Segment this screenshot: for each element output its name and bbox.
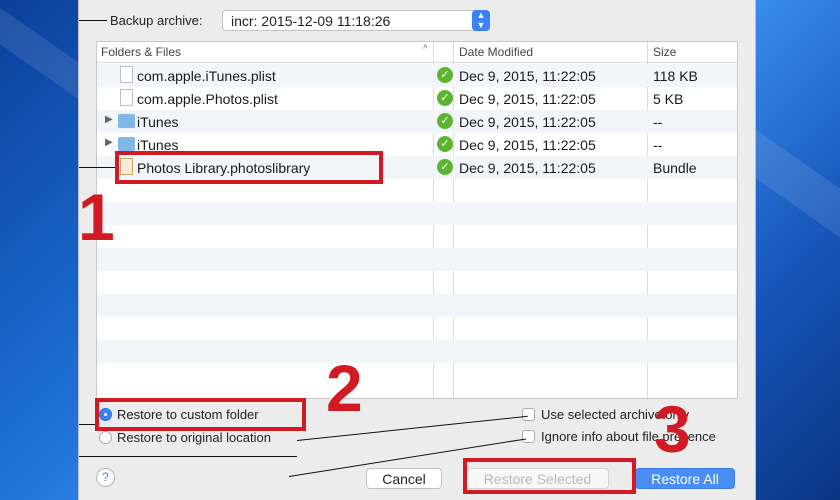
- step-number-3: 3: [654, 392, 691, 466]
- file-date: Dec 9, 2015, 11:22:05: [459, 91, 596, 107]
- table-row[interactable]: ▶ iTunes ✓ Dec 9, 2015, 11:22:05 --: [97, 110, 737, 133]
- callout-line: [79, 20, 107, 21]
- radio-restore-original[interactable]: [99, 431, 112, 444]
- highlight-box-step3: [463, 458, 636, 494]
- checkmark-icon: ✓: [437, 113, 453, 129]
- table-row[interactable]: com.apple.iTunes.plist ✓ Dec 9, 2015, 11…: [97, 64, 737, 87]
- sort-chevron-icon: ^: [423, 44, 428, 55]
- document-icon: [120, 89, 133, 106]
- file-date: Dec 9, 2015, 11:22:05: [459, 114, 596, 130]
- column-header-size[interactable]: Size: [653, 45, 676, 59]
- column-header-date[interactable]: Date Modified: [459, 45, 533, 59]
- checkmark-icon: ✓: [437, 136, 453, 152]
- files-table[interactable]: Folders & Files ^ Date Modified Size com…: [96, 41, 738, 399]
- highlight-box-step1: [115, 151, 383, 184]
- restore-all-button[interactable]: Restore All: [635, 468, 735, 489]
- backup-archive-label: Backup archive:: [110, 13, 203, 28]
- checkmark-icon: ✓: [437, 67, 453, 83]
- highlight-box-step2: [95, 398, 306, 431]
- empty-row: [97, 271, 737, 294]
- checkbox-ignore-info[interactable]: [522, 430, 535, 443]
- file-size: Bundle: [653, 160, 697, 176]
- cancel-button[interactable]: Cancel: [366, 468, 442, 489]
- folder-name: iTunes: [137, 114, 179, 130]
- step-number-1: 1: [78, 180, 115, 254]
- file-name: com.apple.iTunes.plist: [137, 68, 276, 84]
- chevron-updown-icon: ▲ ▼: [472, 10, 490, 31]
- step-number-2: 2: [326, 351, 363, 425]
- disclosure-triangle-icon[interactable]: ▶: [105, 114, 113, 125]
- backup-archive-value: incr: 2015-12-09 11:18:26: [231, 13, 391, 29]
- empty-row: [97, 248, 737, 271]
- file-name: com.apple.Photos.plist: [137, 91, 278, 107]
- file-size: 118 KB: [653, 68, 698, 84]
- empty-row: [97, 294, 737, 317]
- file-size: --: [653, 114, 663, 130]
- callout-line: [79, 167, 115, 168]
- help-button[interactable]: ?: [96, 468, 115, 487]
- file-date: Dec 9, 2015, 11:22:05: [459, 68, 596, 84]
- empty-row: [97, 225, 737, 248]
- backup-archive-select[interactable]: incr: 2015-12-09 11:18:26 ▲ ▼: [222, 10, 490, 31]
- disclosure-triangle-icon[interactable]: ▶: [105, 137, 113, 148]
- empty-row: [97, 363, 737, 386]
- folder-icon: [118, 114, 135, 128]
- table-row[interactable]: com.apple.Photos.plist ✓ Dec 9, 2015, 11…: [97, 87, 737, 110]
- callout-line: [79, 424, 95, 425]
- empty-row: [97, 317, 737, 340]
- document-icon: [120, 66, 133, 83]
- checkmark-icon: ✓: [437, 90, 453, 106]
- checkmark-icon: ✓: [437, 159, 453, 175]
- file-date: Dec 9, 2015, 11:22:05: [459, 137, 596, 153]
- file-size: 5 KB: [653, 91, 684, 107]
- file-date: Dec 9, 2015, 11:22:05: [459, 160, 596, 176]
- callout-line: [79, 456, 297, 457]
- column-header-files[interactable]: Folders & Files: [101, 45, 181, 59]
- restore-original-label: Restore to original location: [117, 430, 271, 445]
- empty-row: [97, 340, 737, 363]
- table-header: Folders & Files ^ Date Modified Size: [97, 42, 737, 63]
- checkbox-use-selected[interactable]: [522, 408, 535, 421]
- folder-icon: [118, 137, 135, 151]
- empty-row: [97, 202, 737, 225]
- file-size: --: [653, 137, 663, 153]
